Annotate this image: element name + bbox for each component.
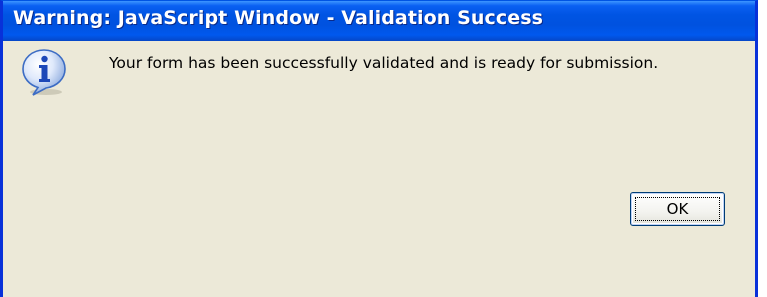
info-icon [22,49,66,96]
ok-button-label: OK [635,197,720,221]
dialog-body [3,41,755,297]
dialog-message: Your form has been successfully validate… [109,54,659,72]
window-title: Warning: JavaScript Window - Validation … [13,7,544,29]
ok-button[interactable]: OK [630,192,725,226]
title-bar[interactable]: Warning: JavaScript Window - Validation … [3,1,755,41]
dialog-window: Warning: JavaScript Window - Validation … [0,0,758,297]
